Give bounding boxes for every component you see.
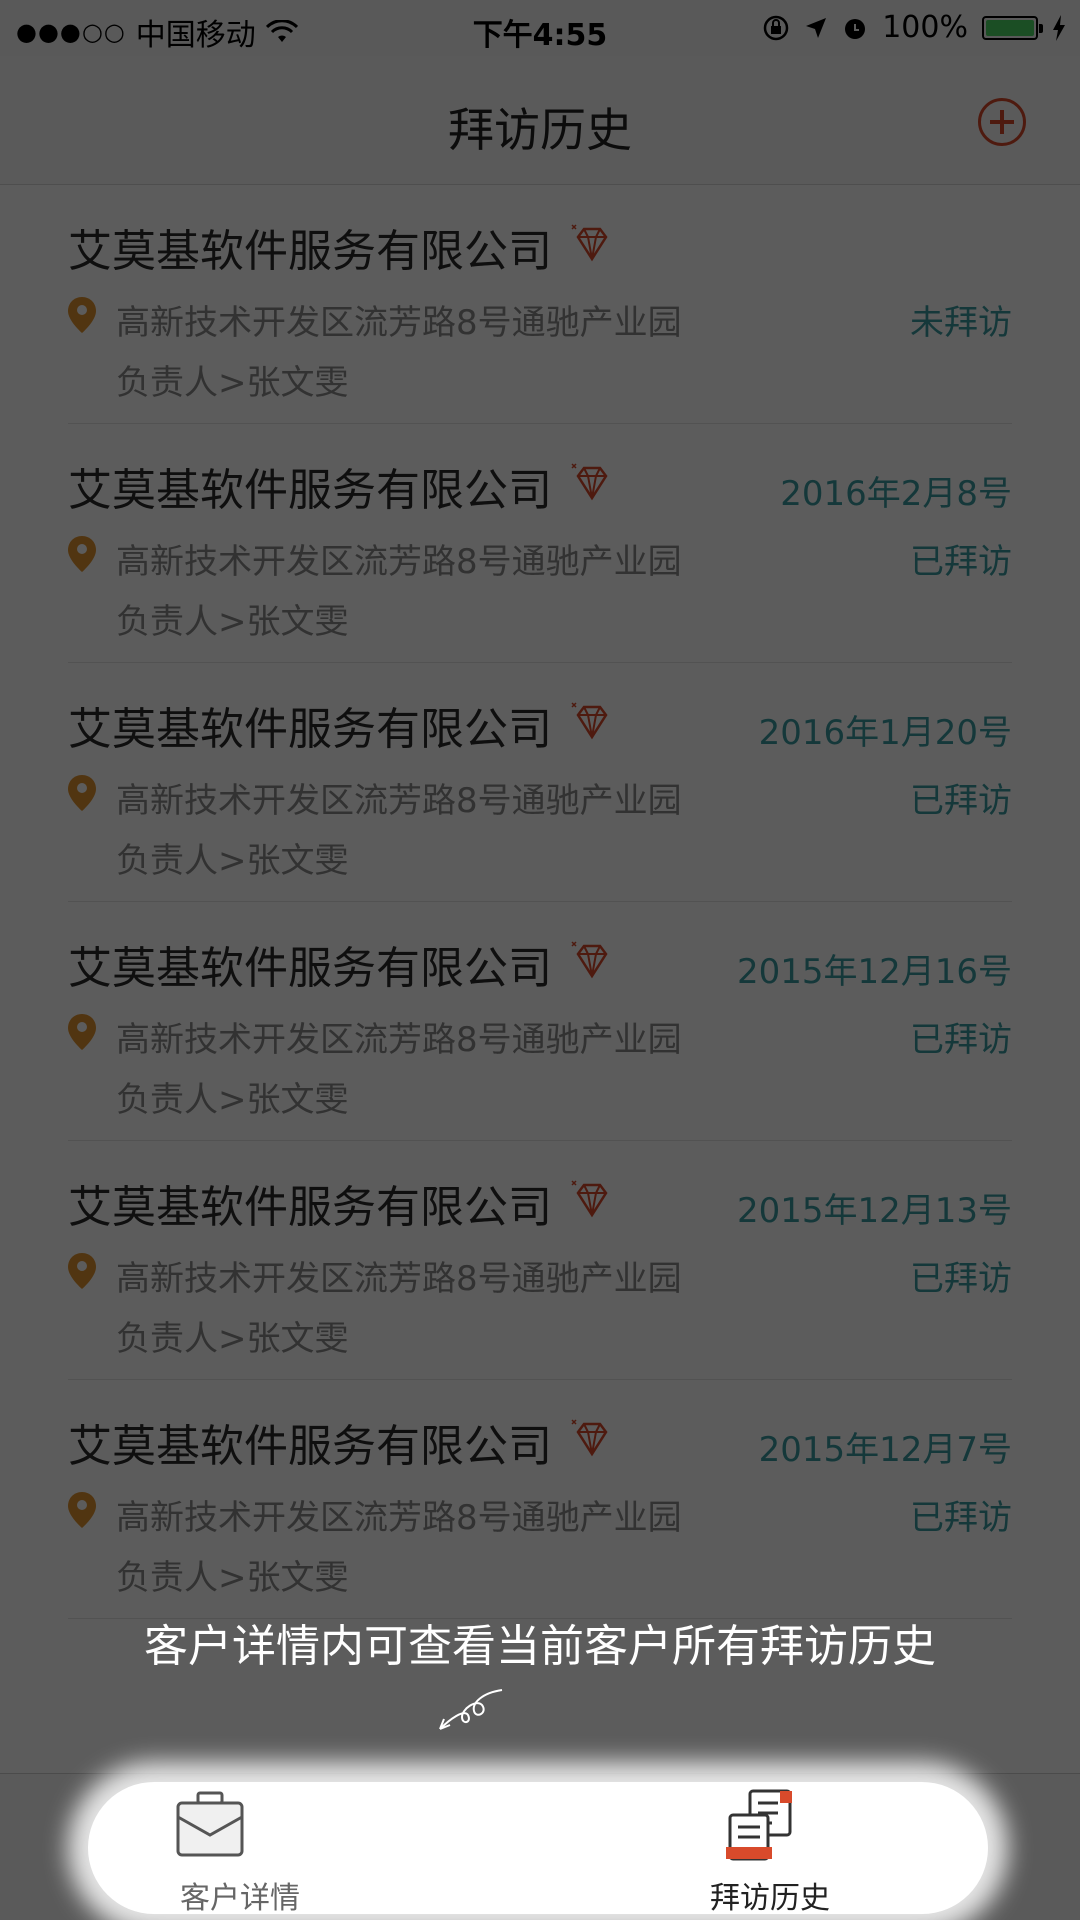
- diamond-icon: [570, 701, 614, 745]
- visit-status: 已拜访: [910, 1259, 1012, 1299]
- briefcase-icon: [176, 1791, 244, 1857]
- manager-label: 负责人>张文雯: [116, 841, 349, 881]
- company-address: 高新技术开发区流芳路8号通驰产业园: [116, 781, 682, 821]
- scroll-list-icon: [726, 1789, 792, 1861]
- visit-date: 2015年12月13号: [736, 1191, 1012, 1231]
- visit-date: 2015年12月16号: [736, 952, 1012, 992]
- visit-status: 已拜访: [910, 781, 1012, 821]
- highlighted-tab-customer-detail[interactable]: 客户详情: [0, 1773, 540, 1920]
- visit-row[interactable]: 艾莫基软件服务有限公司 2015年12月13号高新技术开发区流芳路8号通驰产业园 已…: [68, 1141, 1012, 1380]
- highlighted-tab-visit-history[interactable]: 拜访历史: [540, 1773, 1080, 1920]
- manager-label: 负责人>张文雯: [116, 1558, 349, 1598]
- company-name: 艾莫基软件服务有限公司: [68, 1182, 552, 1233]
- company-name: 艾莫基软件服务有限公司: [68, 943, 552, 994]
- company-address: 高新技术开发区流芳路8号通驰产业园: [116, 1259, 682, 1299]
- visit-row[interactable]: 艾莫基软件服务有限公司高新技术开发区流芳路8号通驰产业园 未拜访负责人>张文雯: [68, 185, 1012, 424]
- location-pin-icon: [68, 1014, 96, 1050]
- visit-row[interactable]: 艾莫基软件服务有限公司 2016年1月20号高新技术开发区流芳路8号通驰产业园 已拜…: [68, 663, 1012, 902]
- battery-icon: [982, 15, 1043, 40]
- highlighted-tab-customer-detail-label: 客户详情: [180, 1881, 300, 1916]
- diamond-icon: [570, 223, 614, 267]
- diamond-icon: [570, 462, 614, 506]
- visit-date: 2016年2月8号: [780, 474, 1012, 514]
- visit-status: 已拜访: [910, 1498, 1012, 1538]
- navigation-bar: 拜访历史: [0, 56, 1080, 185]
- company-address: 高新技术开发区流芳路8号通驰产业园: [116, 303, 682, 343]
- visit-status: 已拜访: [910, 1020, 1012, 1060]
- visit-list: 艾莫基软件服务有限公司 高新技术开发区流芳路8号通驰产业园 未拜访 负责人>张文雯 艾莫…: [0, 185, 1080, 1619]
- status-right: 100%: [762, 10, 1066, 45]
- page-title: 拜访历史: [448, 103, 632, 157]
- company-address: 高新技术开发区流芳路8号通驰产业园: [116, 542, 682, 582]
- visit-status: 已拜访: [910, 542, 1012, 582]
- company-name: 艾莫基软件服务有限公司: [68, 465, 552, 516]
- diamond-icon: [570, 940, 614, 984]
- highlighted-tab-visit-history-label: 拜访历史: [710, 1881, 830, 1916]
- rotation-lock-icon: [763, 15, 789, 40]
- visit-status: 未拜访: [910, 303, 1012, 343]
- visit-row[interactable]: 艾莫基软件服务有限公司 2015年12月16号高新技术开发区流芳路8号通驰产业园 已…: [68, 902, 1012, 1141]
- alarm-icon: [845, 18, 866, 39]
- manager-label: 负责人>张文雯: [116, 363, 349, 403]
- charging-icon: [1053, 14, 1065, 41]
- company-address: 高新技术开发区流芳路8号通驰产业园: [116, 1498, 682, 1538]
- visit-date: 2016年1月20号: [758, 713, 1012, 753]
- location-pin-icon: [68, 1492, 96, 1528]
- location-icon: [806, 17, 827, 38]
- company-name: 艾莫基软件服务有限公司: [68, 226, 552, 277]
- diamond-icon: [570, 1179, 614, 1223]
- company-name: 艾莫基软件服务有限公司: [68, 704, 552, 755]
- manager-label: 负责人>张文雯: [116, 1319, 349, 1359]
- visit-row[interactable]: 艾莫基软件服务有限公司 2016年2月8号高新技术开发区流芳路8号通驰产业园 已拜访…: [68, 424, 1012, 663]
- visit-date: 2015年12月7号: [758, 1430, 1012, 1470]
- location-pin-icon: [68, 536, 96, 572]
- company-name: 艾莫基软件服务有限公司: [68, 1421, 552, 1472]
- status-bar: ●●●○○ 中国移动 下午4:55 100%: [0, 0, 1080, 56]
- location-pin-icon: [68, 775, 96, 811]
- location-pin-icon: [68, 297, 96, 333]
- company-address: 高新技术开发区流芳路8号通驰产业园: [116, 1020, 682, 1060]
- manager-label: 负责人>张文雯: [116, 602, 349, 642]
- battery-percent: 100%: [882, 10, 968, 45]
- visit-row[interactable]: 艾莫基软件服务有限公司 2015年12月7号高新技术开发区流芳路8号通驰产业园 已拜…: [68, 1380, 1012, 1619]
- location-pin-icon: [68, 1253, 96, 1289]
- curly-arrow-icon: [439, 1689, 503, 1730]
- highlighted-tab-bar: 客户详情 拜访历史: [0, 1773, 1080, 1920]
- diamond-icon: [570, 1418, 614, 1462]
- manager-label: 负责人>张文雯: [116, 1080, 349, 1120]
- guide-text: 客户详情内可查看当前客户所有拜访历史: [144, 1621, 936, 1672]
- add-visit-button[interactable]: [978, 98, 1026, 146]
